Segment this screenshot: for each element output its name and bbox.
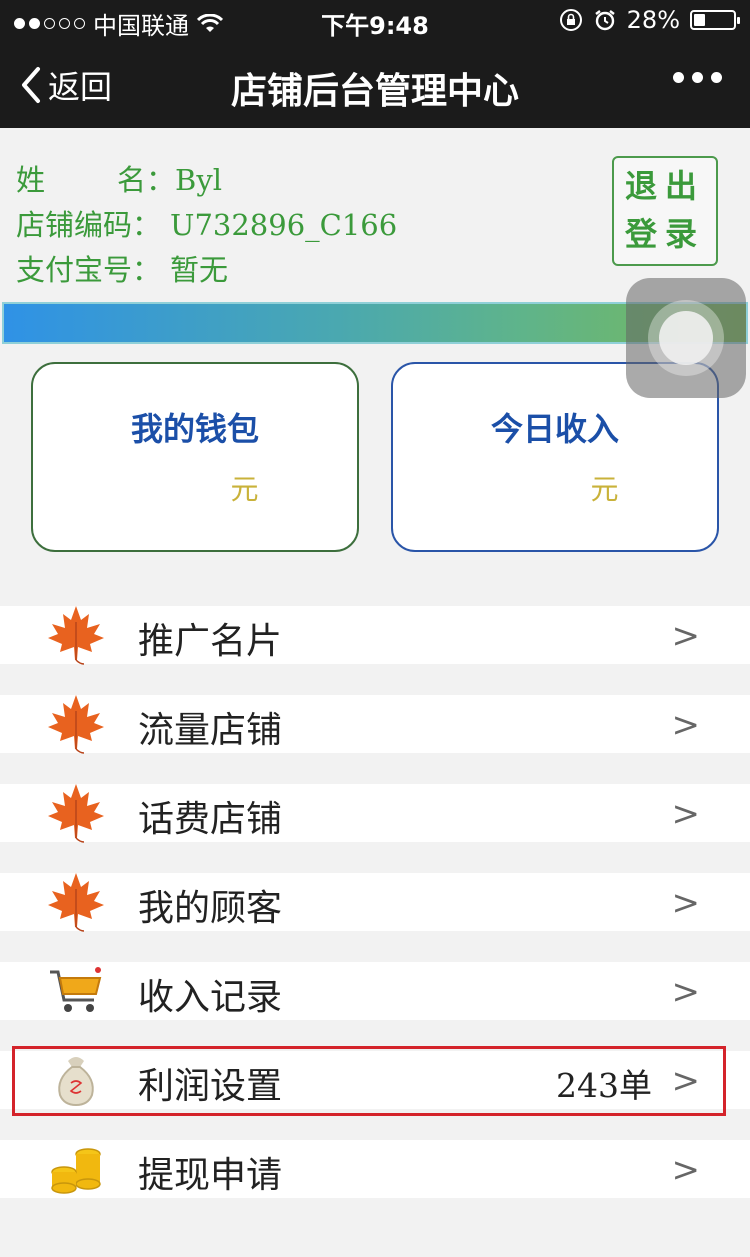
maple-leaf-icon (44, 691, 108, 755)
assistive-touch-button[interactable] (626, 278, 746, 398)
name-label: 姓名 (16, 163, 146, 197)
wallet-title: 我的钱包 (130, 410, 259, 448)
battery-icon (690, 10, 740, 30)
menu-item[interactable]: 话费店铺 > (0, 784, 750, 843)
chevron-right-icon: > (671, 1150, 701, 1190)
menu-item[interactable]: 收入记录 > (0, 962, 750, 1020)
maple-leaf-icon (44, 780, 108, 844)
chevron-right-icon: > (671, 972, 701, 1012)
money-bag-icon (44, 1047, 108, 1111)
battery-percent: 28% (626, 6, 680, 34)
gold-coins-icon (44, 1136, 108, 1200)
alipay-value: 暂无 (170, 253, 229, 287)
store-code-value: U732896_C166 (170, 208, 398, 242)
store-info: 姓名 ： Byl 店铺编码： U732896_C166 支付宝号： 暂无 (16, 158, 397, 293)
maple-leaf-icon (44, 602, 108, 666)
nav-bar: 返回 店铺后台管理中心 (0, 40, 750, 128)
menu-item[interactable]: 利润设置 243单 > (0, 1051, 750, 1109)
chevron-right-icon: > (671, 1061, 701, 1101)
page-title: 店铺后台管理中心 (230, 71, 519, 112)
today-income-title: 今日收入 (490, 410, 619, 448)
menu-item-label: 流量店铺 (138, 710, 283, 751)
alipay-row: 支付宝号： 暂无 (16, 248, 397, 293)
today-income-unit: 元 (590, 473, 619, 506)
today-income-amount-row: 元 (393, 468, 717, 508)
menu-item[interactable]: 推广名片 > (0, 606, 750, 665)
menu-item-label: 利润设置 (138, 1066, 283, 1107)
wallet-card[interactable]: 我的钱包 元 (31, 362, 359, 552)
chevron-right-icon: > (671, 705, 701, 745)
status-bar: 中国联通 下午9:48 28% (0, 0, 750, 40)
chevron-right-icon: > (671, 883, 701, 923)
more-dots-icon (673, 72, 684, 83)
menu-item-label: 收入记录 (138, 977, 283, 1018)
wallet-unit: 元 (230, 473, 259, 506)
alipay-label: 支付宝号： (16, 253, 162, 287)
name-value: Byl (175, 163, 222, 197)
store-code-row: 店铺编码： U732896_C166 (16, 203, 397, 248)
wallet-amount-row: 元 (33, 468, 357, 508)
shopping-cart-icon (44, 958, 108, 1022)
status-bar-right: 28% (559, 6, 740, 34)
menu-item[interactable]: 我的顾客 > (0, 873, 750, 932)
orientation-lock-icon (559, 9, 582, 31)
menu-item-label: 推广名片 (138, 621, 283, 662)
logout-line2: 登录 (624, 215, 705, 253)
maple-leaf-icon (44, 869, 108, 933)
store-code-label: 店铺编码： (16, 208, 162, 242)
menu-item[interactable]: 提现申请 > (0, 1140, 750, 1198)
logout-line1: 退出 (624, 167, 705, 205)
menu-item-count: 243单 (556, 1066, 652, 1105)
chevron-right-icon: > (671, 794, 701, 834)
menu-item-label: 话费店铺 (138, 799, 283, 840)
menu-item-label: 提现申请 (138, 1155, 283, 1196)
name-row: 姓名 ： Byl (16, 158, 397, 203)
more-menu-button[interactable] (673, 72, 722, 83)
menu-item-label: 我的顾客 (138, 888, 283, 929)
name-label-sep: ： (146, 163, 176, 197)
alarm-icon (594, 10, 615, 31)
logout-button[interactable]: 退出 登录 (612, 156, 718, 266)
chevron-right-icon: > (671, 616, 701, 656)
menu-item[interactable]: 流量店铺 > (0, 695, 750, 754)
